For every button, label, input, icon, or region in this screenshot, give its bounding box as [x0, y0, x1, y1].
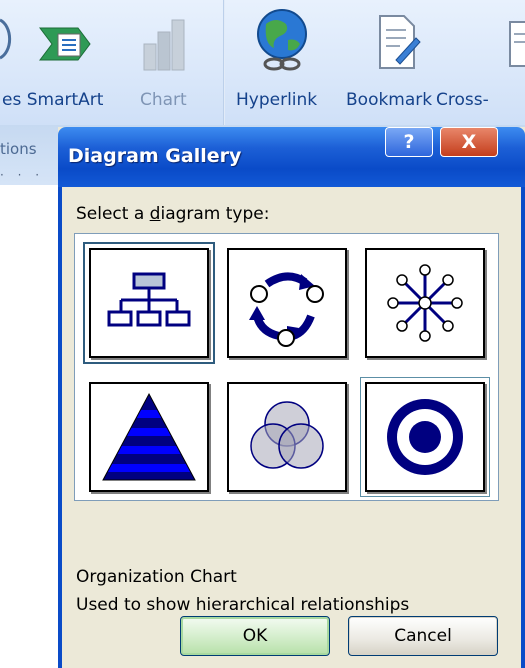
- cross-reference-button[interactable]: Cross-: [432, 0, 525, 125]
- close-icon: X: [461, 131, 477, 153]
- ok-button[interactable]: OK: [180, 616, 330, 656]
- document-area: [0, 185, 62, 668]
- hyperlink-globe-icon: [257, 9, 307, 71]
- ruler: · · ·: [0, 168, 45, 182]
- cross-reference-label: Cross-: [436, 90, 489, 110]
- venn-diagram-icon: [250, 401, 324, 469]
- close-button[interactable]: X: [440, 127, 498, 157]
- ribbon: es SmartArt Chart Hyperlink Bookmark Cro…: [0, 0, 525, 125]
- diagram-type-cycle[interactable]: [227, 248, 347, 358]
- diagram-type-prompt: Select a diagram type:: [76, 204, 270, 224]
- cycle-diagram-icon: [249, 272, 324, 347]
- cancel-button[interactable]: Cancel: [348, 616, 498, 656]
- chart-icon: [143, 19, 185, 71]
- selected-diagram-description: Used to show hierarchical relationships: [76, 595, 410, 615]
- chart-label: Chart: [140, 90, 187, 110]
- hyperlink-button[interactable]: Hyperlink: [232, 0, 342, 125]
- bookmark-icon: [379, 15, 421, 69]
- diagram-gallery-dialog: Diagram Gallery ? X Select a diagram typ…: [58, 127, 525, 668]
- ribbon-divider: [223, 0, 225, 125]
- hyperlink-label: Hyperlink: [236, 90, 318, 110]
- help-icon: ?: [403, 131, 415, 153]
- diagram-type-venn[interactable]: [227, 382, 347, 492]
- bookmark-label: Bookmark: [346, 90, 433, 110]
- smartart-icon: [39, 27, 91, 61]
- smartart-button[interactable]: es SmartArt: [0, 0, 125, 125]
- bookmark-button[interactable]: Bookmark: [346, 0, 432, 125]
- diagram-type-organization-chart[interactable]: [83, 242, 215, 364]
- dialog-title: Diagram Gallery: [68, 145, 242, 167]
- diagram-type-radial[interactable]: [365, 248, 485, 358]
- smartart-label: es SmartArt: [2, 90, 104, 110]
- selected-diagram-name: Organization Chart: [76, 567, 237, 587]
- diagram-type-target[interactable]: [360, 377, 490, 497]
- dialog-titlebar[interactable]: Diagram Gallery ? X: [58, 127, 525, 187]
- radial-diagram-icon: [387, 264, 463, 342]
- organization-chart-icon: [107, 272, 191, 327]
- ribbon-group-label: tions: [0, 140, 37, 158]
- diagram-gallery: [74, 233, 499, 501]
- target-diagram-icon: [387, 399, 463, 475]
- chart-button[interactable]: Chart: [132, 0, 202, 125]
- cross-reference-icon: [509, 21, 525, 67]
- diagram-type-pyramid[interactable]: [89, 382, 209, 492]
- pyramid-diagram-icon: [102, 392, 196, 481]
- help-button[interactable]: ?: [385, 127, 433, 157]
